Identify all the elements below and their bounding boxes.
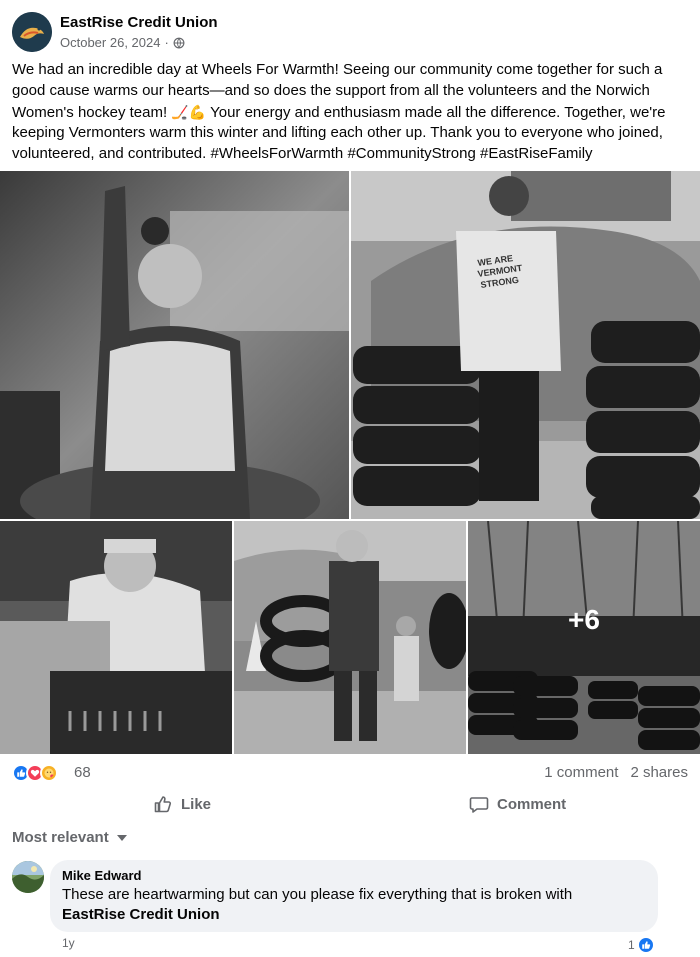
comment-author[interactable]: Mike Edward [62, 868, 646, 883]
page-avatar[interactable] [12, 12, 52, 52]
photo-grid: WE ARE VERMONT STRONG +6 [0, 171, 700, 754]
post-text: We had an incredible day at Wheels For W… [12, 60, 690, 165]
comment-bubble: Mike Edward These are heartwarming but c… [50, 860, 658, 932]
care-icon [40, 764, 58, 782]
engagement-counts: 1 comment 2 shares [544, 764, 688, 781]
photo-tire-carry[interactable] [234, 521, 466, 754]
comment-body: These are heartwarming but can you pleas… [62, 886, 573, 903]
comment-reactions[interactable]: 1 [628, 936, 655, 954]
photo-volunteer-smiling[interactable] [0, 521, 232, 754]
thumbs-up-icon [154, 796, 172, 813]
photo-volunteer-tires[interactable]: WE ARE VERMONT STRONG [351, 171, 700, 519]
globe-icon [173, 37, 185, 48]
like-button[interactable]: Like [153, 790, 211, 818]
comment-filter-dropdown[interactable]: Most relevant [12, 829, 127, 846]
comment-time[interactable]: 1y [62, 936, 75, 950]
comment-label: Comment [497, 795, 567, 813]
comment-count[interactable]: 1 comment [544, 764, 618, 781]
comment-bubble-icon [469, 797, 489, 813]
post-actions: Like Comment [0, 790, 700, 818]
comment-like-count: 1 [628, 938, 635, 952]
reaction-bar: 68 1 comment 2 shares [12, 762, 688, 784]
post-emojis: 🏒💪 [171, 103, 207, 120]
reaction-icons[interactable] [12, 764, 58, 782]
more-photos-overlay[interactable]: +6 [468, 521, 700, 754]
post-meta: October 26, 2024 · [60, 35, 185, 50]
filter-label: Most relevant [12, 829, 109, 846]
share-count[interactable]: 2 shares [630, 764, 688, 781]
commenter-avatar[interactable] [12, 861, 44, 893]
post-header: EastRise Credit Union October 26, 2024 · [12, 12, 688, 54]
photo-volunteer-waving[interactable] [0, 171, 349, 519]
comment-text: These are heartwarming but can you pleas… [62, 885, 646, 925]
reaction-count[interactable]: 68 [74, 764, 91, 781]
like-label: Like [181, 795, 212, 813]
more-photos-count: +6 [568, 603, 600, 635]
like-icon [636, 936, 655, 954]
photo-crowd-more[interactable]: +6 [468, 521, 700, 754]
page-name-link[interactable]: EastRise Credit Union [60, 14, 218, 31]
post-date[interactable]: October 26, 2024 [60, 35, 160, 50]
comment-page-tag[interactable]: EastRise Credit Union [62, 906, 220, 923]
meta-separator: · [164, 35, 169, 50]
caret-down-icon [116, 834, 127, 841]
comment-button[interactable]: Comment [469, 790, 566, 818]
